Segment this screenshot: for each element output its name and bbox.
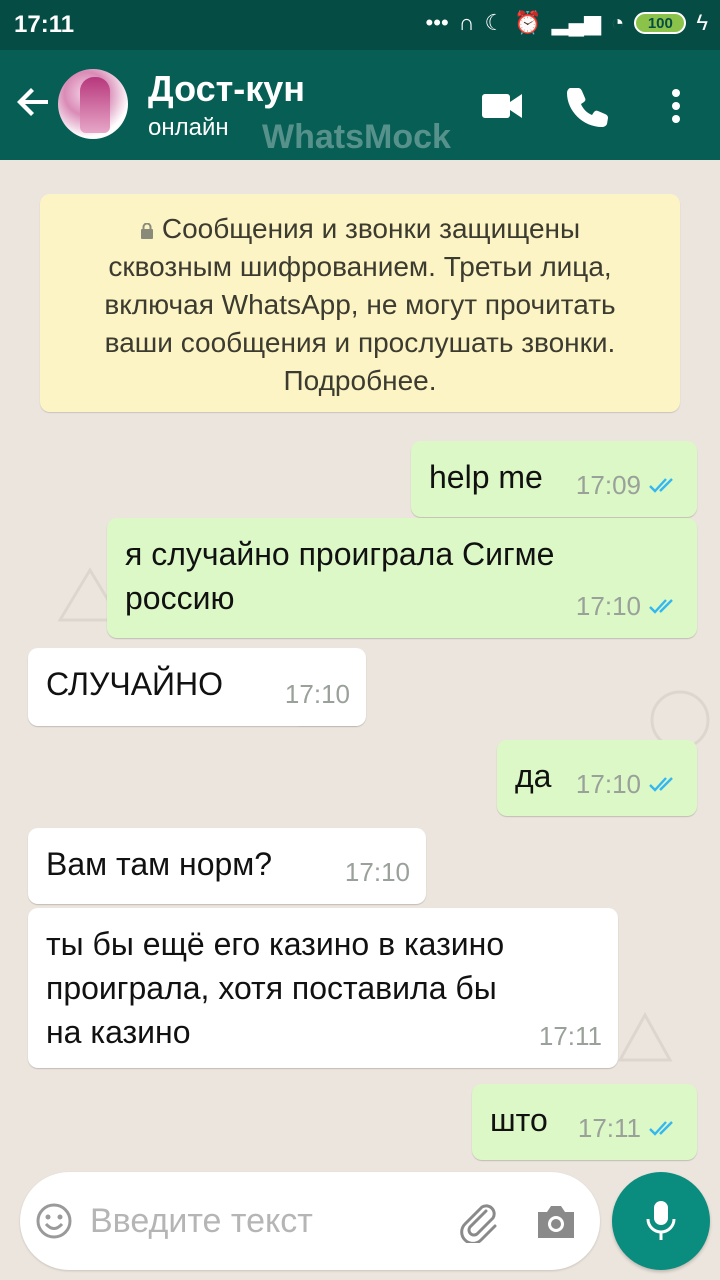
message-time: 17:10 <box>575 769 641 799</box>
charging-icon: ϟ <box>696 10 708 35</box>
message-meta: 17:11 <box>539 1014 602 1058</box>
chat-area[interactable]: Сообщения и звонки защищены сквозным шиф… <box>0 160 720 1170</box>
encryption-line-1: Сообщения и звонки защищены <box>60 210 660 248</box>
moon-icon: ☾ <box>484 10 505 35</box>
microphone-icon <box>646 1201 676 1240</box>
message-input[interactable]: Введите текст <box>90 1202 313 1241</box>
message-bubble-incoming[interactable]: Вам там норм? 17:10 <box>28 828 426 904</box>
message-text: Вам там норм? <box>46 846 273 882</box>
wifi-icon: ◔ <box>611 10 625 35</box>
double-check-icon <box>649 1121 673 1136</box>
message-bubble-outgoing[interactable]: я случайно проиграла Сигме россию 17:10 <box>107 518 697 638</box>
contact-name[interactable]: Дост-кун <box>148 68 305 110</box>
video-call-icon[interactable] <box>480 84 524 128</box>
lock-icon <box>140 223 153 239</box>
message-text: што <box>490 1102 548 1138</box>
message-bubble-outgoing[interactable]: што 17:11 <box>472 1084 697 1160</box>
headset-icon: ∩ <box>458 10 475 35</box>
message-input-bar[interactable]: Введите текст <box>20 1172 600 1270</box>
notification-dots-icon: ••• <box>425 10 449 35</box>
avatar[interactable] <box>58 69 128 139</box>
encryption-line-3: включая WhatsApp, не могут прочитать <box>104 289 616 320</box>
double-check-icon <box>649 777 673 792</box>
message-time: 17:09 <box>575 470 641 500</box>
paperclip-icon[interactable] <box>456 1199 500 1243</box>
message-bubble-outgoing[interactable]: да 17:10 <box>497 740 697 816</box>
emoji-icon[interactable] <box>36 1203 72 1239</box>
message-text: да <box>515 758 552 794</box>
camera-icon[interactable] <box>534 1202 578 1242</box>
message-meta: 17:10 <box>345 850 410 894</box>
contact-status: онлайн <box>148 114 229 141</box>
message-meta: 17:10 <box>576 584 681 628</box>
phone-icon[interactable] <box>566 84 610 128</box>
encryption-line-4: ваши сообщения и прослушать звонки. <box>104 327 616 358</box>
message-time: 17:11 <box>577 1113 641 1143</box>
message-time: 17:10 <box>284 679 350 709</box>
message-text: help me <box>429 459 543 495</box>
more-vertical-icon[interactable] <box>654 84 698 128</box>
battery-icon: 100 <box>634 12 687 34</box>
microphone-button[interactable] <box>612 1172 710 1270</box>
message-time: 17:10 <box>575 591 641 621</box>
status-icons: ••• ∩ ☾ ⏰ ▂▄▆ ◔ 100 ϟ <box>426 10 708 36</box>
message-meta: 17:10 <box>576 762 681 806</box>
double-check-icon <box>649 599 673 614</box>
battery-level: 100 <box>647 14 673 32</box>
message-bubble-incoming[interactable]: СЛУЧАЙНО 17:10 <box>28 648 366 726</box>
double-check-icon <box>649 478 673 493</box>
status-time: 17:11 <box>14 11 75 38</box>
message-meta: 17:09 <box>576 463 681 507</box>
message-text: ты бы ещё его казино в казино проиграла,… <box>46 926 505 1050</box>
message-text: СЛУЧАЙНО <box>46 666 224 702</box>
message-bubble-outgoing[interactable]: help me 17:09 <box>411 441 697 517</box>
status-bar: 17:11 ••• ∩ ☾ ⏰ ▂▄▆ ◔ 100 ϟ <box>0 0 720 50</box>
message-text: я случайно проиграла Сигме россию <box>125 536 555 616</box>
message-bubble-incoming[interactable]: ты бы ещё его казино в казино проиграла,… <box>28 908 618 1068</box>
message-time: 17:11 <box>538 1021 602 1051</box>
learn-more-link[interactable]: Подробнее. <box>60 362 660 400</box>
message-time: 17:10 <box>344 857 410 887</box>
alarm-icon: ⏰ <box>514 10 542 35</box>
encryption-notice[interactable]: Сообщения и звонки защищены сквозным шиф… <box>40 194 680 412</box>
watermark: WhatsMock <box>262 118 451 156</box>
message-meta: 17:10 <box>285 672 350 716</box>
message-meta: 17:11 <box>578 1106 681 1150</box>
chat-header: Дост-кун онлайн WhatsMock <box>0 50 720 160</box>
arrow-left-icon[interactable] <box>14 82 54 122</box>
signal-icon: ▂▄▆ <box>551 10 602 35</box>
encryption-line-2: сквозным шифрованием. Третьи лица, <box>108 251 612 282</box>
